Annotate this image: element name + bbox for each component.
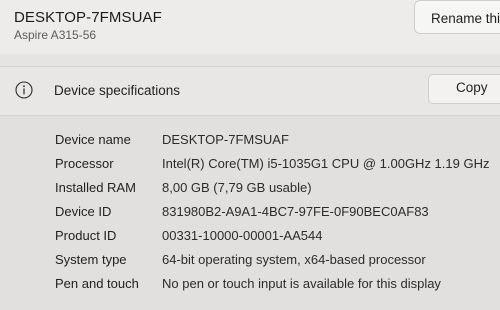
device-specifications-header[interactable]: Device specifications Copy xyxy=(0,67,500,116)
copy-button[interactable]: Copy xyxy=(428,74,500,104)
device-specifications-title: Device specifications xyxy=(54,83,181,98)
spec-label: Device name xyxy=(55,132,131,147)
info-icon xyxy=(15,81,33,99)
spec-value: Intel(R) Core(TM) i5-1035G1 CPU @ 1.00GH… xyxy=(162,156,490,171)
spec-label: Installed RAM xyxy=(55,180,136,195)
spec-label: Product ID xyxy=(55,228,117,243)
device-specifications-panel: Device specifications Copy Device name D… xyxy=(0,66,500,310)
spec-label: Processor xyxy=(55,156,114,171)
spec-value: 00331-10000-00001-AA544 xyxy=(162,228,323,243)
spec-row-processor: Processor Intel(R) Core(TM) i5-1035G1 CP… xyxy=(0,152,500,176)
device-header: DESKTOP-7FMSUAF Aspire A315-56 Rename th… xyxy=(0,0,500,54)
spec-row-pen-and-touch: Pen and touch No pen or touch input is a… xyxy=(0,272,500,296)
spec-row-product-id: Product ID 00331-10000-00001-AA544 xyxy=(0,224,500,248)
spec-row-device-id: Device ID 831980B2-A9A1-4BC7-97FE-0F90BE… xyxy=(0,200,500,224)
pc-model: Aspire A315-56 xyxy=(14,28,97,42)
pc-name: DESKTOP-7FMSUAF xyxy=(14,9,162,26)
spec-label: Pen and touch xyxy=(55,276,139,291)
spec-row-installed-ram: Installed RAM 8,00 GB (7,79 GB usable) xyxy=(0,176,500,200)
spec-row-system-type: System type 64-bit operating system, x64… xyxy=(0,248,500,272)
rename-button[interactable]: Rename this xyxy=(414,0,500,34)
spec-value: 8,00 GB (7,79 GB usable) xyxy=(162,180,312,195)
spec-label: Device ID xyxy=(55,204,112,219)
spec-value: 64-bit operating system, x64-based proce… xyxy=(162,252,426,267)
spec-row-device-name: Device name DESKTOP-7FMSUAF xyxy=(0,128,500,152)
spec-label: System type xyxy=(55,252,127,267)
spec-value: No pen or touch input is available for t… xyxy=(162,276,441,291)
spec-value: 831980B2-A9A1-4BC7-97FE-0F90BEC0AF83 xyxy=(162,204,429,219)
spec-value: DESKTOP-7FMSUAF xyxy=(162,132,289,147)
